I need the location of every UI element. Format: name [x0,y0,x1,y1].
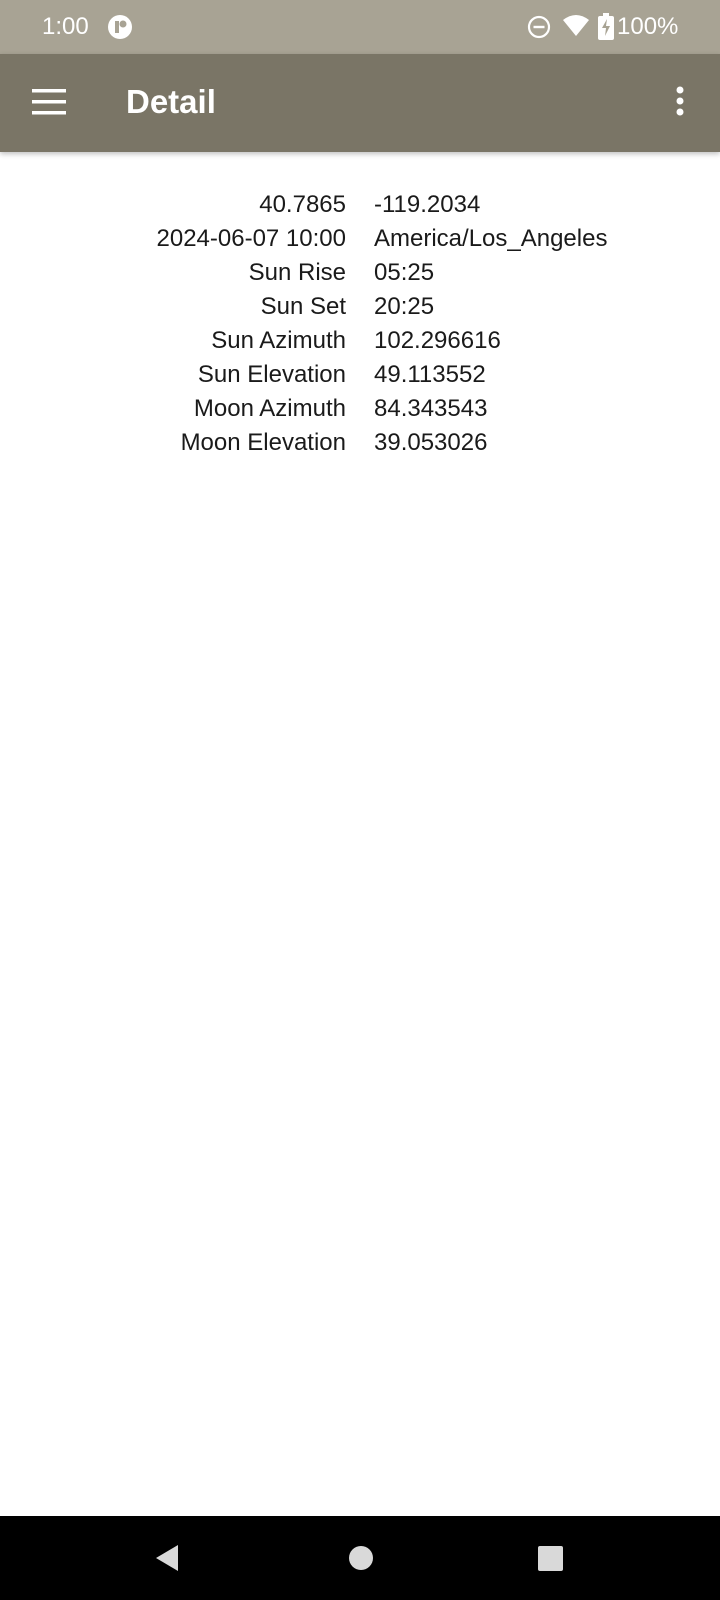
navigation-bar [0,1516,720,1600]
detail-row-sun-rise: Sun Rise 05:25 [0,256,720,290]
detail-row-sun-set: Sun Set 20:25 [0,290,720,324]
more-vert-icon [676,86,684,116]
hamburger-menu-icon [32,89,66,115]
moon-azimuth-label: Moon Azimuth [193,395,346,422]
sun-elevation-value: 49.113552 [374,361,486,388]
menu-button[interactable] [22,76,76,130]
moon-azimuth-value: 84.343543 [374,395,488,422]
detail-row-datetime: 2024-06-07 10:00 America/Los_Angeles [0,222,720,256]
wifi-icon [563,15,589,36]
status-time: 1:00 [42,13,89,40]
latitude-value: 40.7865 [259,191,346,218]
detail-row-moon-elevation: Moon Elevation 39.053026 [0,426,720,460]
datetime-value: 2024-06-07 10:00 [156,225,347,252]
sun-rise-value: 05:25 [374,259,435,286]
moon-elevation-value: 39.053026 [374,429,488,456]
sun-set-label: Sun Set [260,293,346,320]
page-title: Detail [126,83,216,120]
battery-percentage: 100% [617,13,679,40]
timezone-value: America/Los_Angeles [374,225,608,252]
home-icon[interactable] [348,1545,374,1571]
moon-elevation-label: Moon Elevation [180,429,346,456]
sun-elevation-label: Sun Elevation [197,361,346,388]
detail-row-coordinates: 40.7865 -119.2034 [0,188,720,222]
longitude-value: -119.2034 [374,191,481,218]
detail-row-moon-azimuth: Moon Azimuth 84.343543 [0,392,720,426]
sun-set-value: 20:25 [374,293,435,320]
do-not-disturb-icon [527,15,551,39]
status-bar: 1:00 100% [0,0,720,54]
sun-rise-label: Sun Rise [248,259,346,286]
detail-row-sun-azimuth: Sun Azimuth 102.296616 [0,324,720,358]
back-icon[interactable] [152,1543,182,1573]
sun-azimuth-label: Sun Azimuth [211,327,346,354]
battery-charging-icon [598,13,614,40]
app-bar: Detail [0,54,720,152]
sun-azimuth-value: 102.296616 [374,327,501,354]
recents-icon[interactable] [537,1545,564,1572]
detail-row-sun-elevation: Sun Elevation 49.113552 [0,358,720,392]
overflow-menu-button[interactable] [660,76,700,130]
app-notification-icon [108,15,132,39]
detail-table: 40.7865 -119.2034 2024-06-07 10:00 Ameri… [0,188,720,460]
